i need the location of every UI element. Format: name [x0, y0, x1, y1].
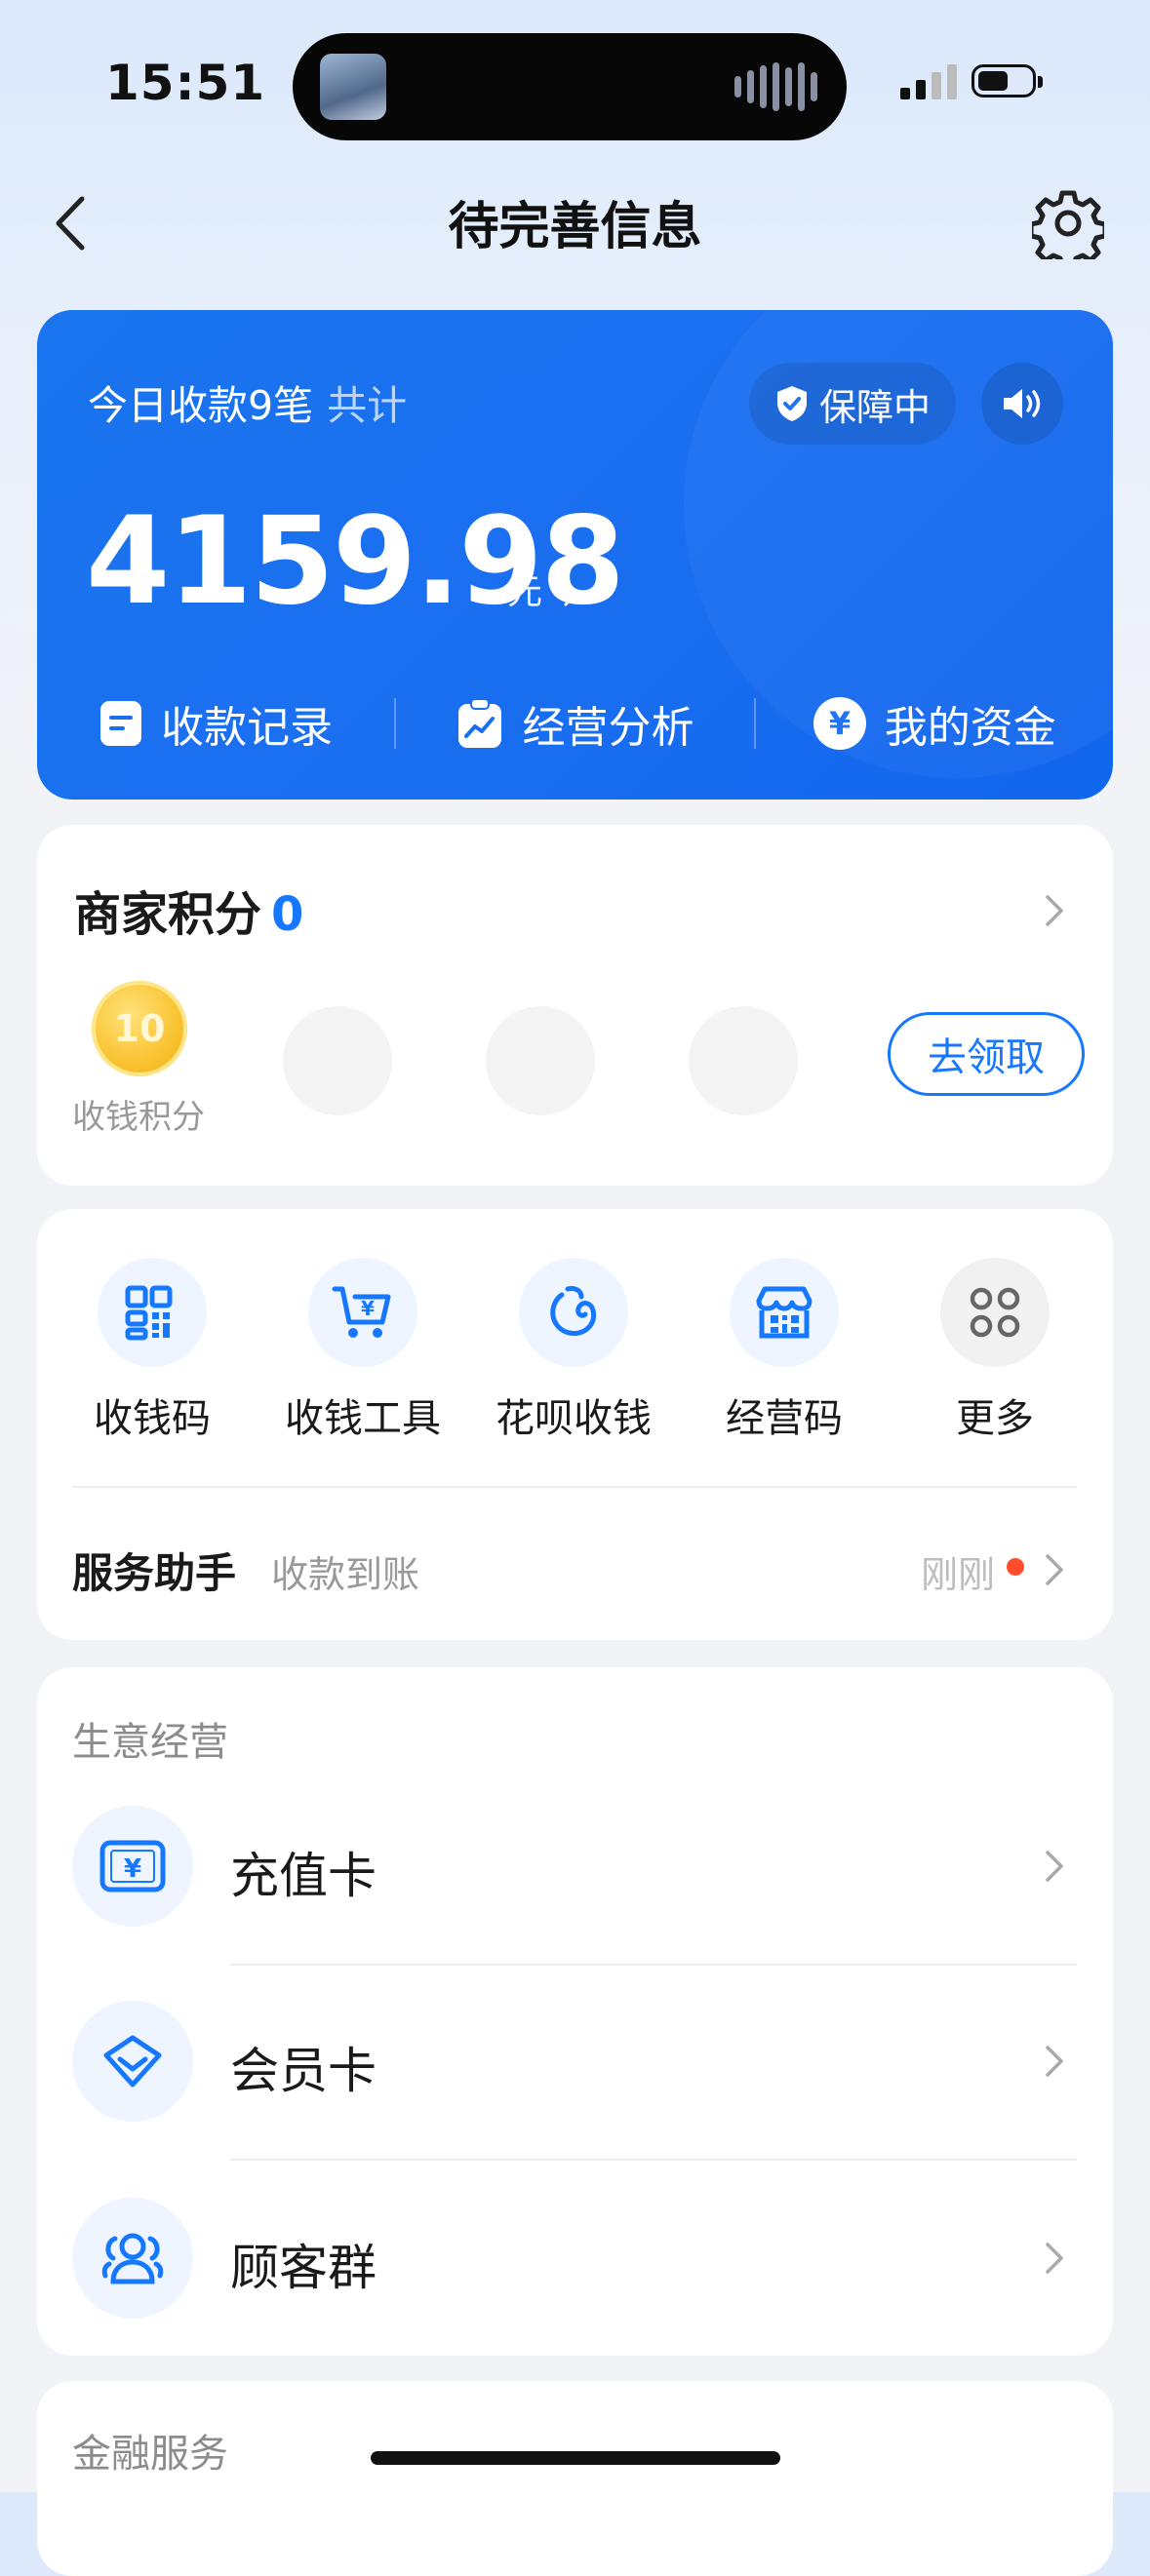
- guard-badge[interactable]: 保障中: [749, 363, 956, 445]
- guard-label: 保障中: [818, 385, 931, 429]
- customer-group-icon-bg[interactable]: [72, 2198, 193, 2319]
- svg-text:¥: ¥: [124, 1854, 141, 1884]
- amount-unit-label: 元: [507, 572, 543, 612]
- business-analysis-link[interactable]: 经营分析: [396, 692, 753, 755]
- collection-tools-card: 收钱码 ¥ 收钱工具 花呗收钱 经营码 更多 服务助手 收款到账 刚刚: [37, 1209, 1113, 1640]
- today-count: 今日收款9笔: [88, 382, 314, 429]
- tool-collect-code[interactable]: 收钱码: [55, 1258, 250, 1443]
- member-card-icon: [103, 2035, 162, 2088]
- section-title: 生意经营: [72, 1720, 228, 1765]
- today-summary-card: 今日收款9笔 共计 保障中 4159.98 元 收款记录 经营分析 ¥ 我的资金: [37, 310, 1113, 800]
- financial-services-card: 金融服务: [37, 2381, 1113, 2576]
- chevron-right-icon[interactable]: [1040, 1845, 1069, 1888]
- locked-coin-icon: [486, 1006, 595, 1115]
- status-time: 15:51: [105, 55, 266, 111]
- store-qr-icon: [756, 1286, 813, 1339]
- tool-icon-bg: [98, 1258, 207, 1367]
- service-assistant-subtitle[interactable]: 收款到账: [271, 1544, 419, 1598]
- tool-collect-tools[interactable]: ¥ 收钱工具: [265, 1258, 460, 1443]
- svg-text:¥: ¥: [829, 705, 851, 742]
- tool-icon-bg: ¥: [308, 1258, 417, 1367]
- battery-icon: [972, 64, 1043, 98]
- member-card-label[interactable]: 会员卡: [230, 2032, 377, 2102]
- recharge-card-icon: ¥: [99, 1840, 166, 1893]
- divider: [230, 2159, 1077, 2161]
- receipt-icon: [100, 701, 142, 746]
- chevron-right-icon[interactable]: [1040, 889, 1069, 932]
- huabei-icon: [550, 1286, 597, 1336]
- service-assistant-title[interactable]: 服务助手: [72, 1541, 236, 1600]
- tool-icon-bg: [730, 1258, 839, 1367]
- service-assistant-time: 刚刚: [921, 1553, 996, 1596]
- coin-label: 收钱积分: [72, 1098, 205, 1137]
- today-summary-text: 今日收款9笔 共计: [88, 372, 407, 431]
- tool-huabei-collect[interactable]: 花呗收钱: [476, 1258, 671, 1443]
- my-funds-label: 我的资金: [884, 703, 1056, 753]
- tool-label: 更多: [956, 1396, 1034, 1441]
- claim-points-button[interactable]: 去领取: [888, 1012, 1085, 1096]
- tool-business-code[interactable]: 经营码: [687, 1258, 882, 1443]
- settings-gear-icon[interactable]: [1032, 187, 1104, 259]
- amount-unit[interactable]: 元: [507, 564, 580, 614]
- section-title: 金融服务: [72, 2432, 228, 2477]
- member-card-icon-bg[interactable]: [72, 2001, 193, 2122]
- divider: [230, 1964, 1077, 1966]
- my-funds-link[interactable]: ¥ 我的资金: [756, 692, 1113, 755]
- chevron-right-icon: [564, 581, 577, 606]
- receipt-record-label: 收款记录: [161, 703, 334, 753]
- locked-coin-icon: [689, 1006, 798, 1115]
- yuan-icon: ¥: [813, 697, 866, 750]
- chevron-right-icon[interactable]: [1040, 2040, 1069, 2083]
- business-operations-card: 生意经营 ¥ 充值卡 会员卡 顾客群: [37, 1667, 1113, 2356]
- page-title: 待完善信息: [448, 198, 702, 256]
- chevron-right-icon[interactable]: [1040, 1548, 1069, 1591]
- voice-broadcast-button[interactable]: [981, 363, 1063, 445]
- divider: [72, 1486, 1077, 1488]
- more-grid-icon: [970, 1287, 1020, 1338]
- tool-icon-bg: [940, 1258, 1050, 1367]
- analytics-icon: [458, 698, 502, 748]
- receipt-record-link[interactable]: 收款记录: [37, 692, 394, 755]
- business-analysis-label: 经营分析: [522, 703, 694, 753]
- cart-yuan-icon: ¥: [332, 1286, 391, 1338]
- tool-label: 经营码: [726, 1396, 843, 1441]
- points-coin-icon[interactable]: 10: [92, 981, 187, 1076]
- locked-coin-icon: [283, 1006, 392, 1115]
- audio-wave-icon: [734, 62, 817, 111]
- svg-text:¥: ¥: [361, 1297, 375, 1320]
- chevron-right-icon[interactable]: [1040, 2237, 1069, 2280]
- tool-label: 收钱码: [94, 1396, 211, 1441]
- customer-group-icon: [101, 2233, 164, 2284]
- speaker-icon: [1004, 389, 1041, 418]
- summary-quick-links: 收款记录 经营分析 ¥ 我的资金: [37, 684, 1113, 762]
- recharge-card-icon-bg[interactable]: ¥: [72, 1806, 193, 1927]
- merchant-points-value: 0: [271, 887, 304, 942]
- cellular-signal-icon: [900, 64, 957, 99]
- merchant-points-title: 商家积分 0: [74, 876, 303, 944]
- merchant-points-label: 商家积分: [74, 887, 262, 942]
- tool-label: 收钱工具: [285, 1396, 441, 1441]
- qr-grid-icon: [125, 1285, 173, 1341]
- tool-icon-bg: [519, 1258, 628, 1367]
- dynamic-island: [293, 33, 847, 140]
- tool-more[interactable]: 更多: [897, 1258, 1092, 1443]
- shield-check-icon: [776, 386, 807, 421]
- now-playing-thumbnail: [320, 54, 386, 120]
- unread-dot: [1007, 1558, 1024, 1576]
- tool-label: 花呗收钱: [496, 1396, 652, 1441]
- merchant-points-card[interactable]: 商家积分 0 10 收钱积分 去领取: [37, 825, 1113, 1186]
- coin-value: 10: [113, 1007, 166, 1050]
- recharge-card-label[interactable]: 充值卡: [230, 1837, 377, 1907]
- today-total-label: 共计: [327, 382, 408, 429]
- customer-group-label[interactable]: 顾客群: [230, 2229, 377, 2299]
- home-indicator[interactable]: [371, 2451, 780, 2465]
